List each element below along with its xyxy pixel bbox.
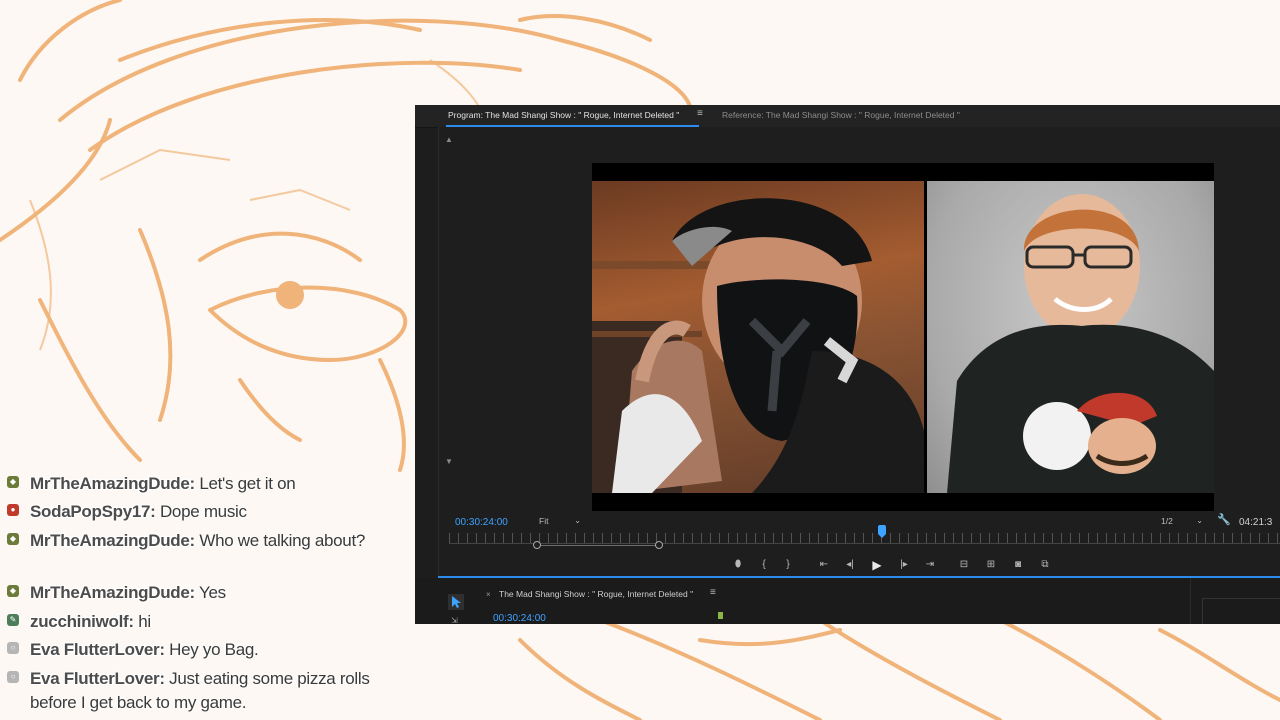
go-to-in-button[interactable]: ⇤ <box>815 557 833 573</box>
program-video-frame[interactable] <box>592 163 1214 511</box>
mark-out-button[interactable]: } <box>779 557 797 573</box>
collapse-up-icon[interactable]: ▲ <box>445 135 453 144</box>
tab-reference-monitor[interactable]: Reference: The Mad Shangi Show : " Rogue… <box>722 110 960 120</box>
track-select-icon[interactable]: ⇲ <box>451 616 458 624</box>
wrench-settings-icon[interactable]: 🔧 <box>1217 513 1231 526</box>
video-left-person <box>592 181 924 493</box>
tab-sequence[interactable]: The Mad Shangi Show : " Rogue, Internet … <box>499 589 693 599</box>
timeline-timecode[interactable]: 00:30:24:00 <box>493 613 546 624</box>
close-tab-icon[interactable]: × <box>486 590 491 599</box>
zoom-handle-right[interactable] <box>655 541 663 549</box>
user-badge-icon: ◆ <box>7 585 19 597</box>
mark-in-button[interactable]: { <box>755 557 773 573</box>
chat-username: SodaPopSpy17: <box>30 502 156 521</box>
video-right-person <box>927 181 1214 493</box>
audio-meter-panel <box>1202 598 1280 624</box>
step-back-button[interactable]: ◂| <box>841 557 859 573</box>
chat-username: MrTheAmazingDude: <box>30 474 195 493</box>
user-badge-icon: ✎ <box>7 614 19 626</box>
chat-text: Yes <box>194 583 226 602</box>
ruler-baseline <box>449 543 1280 544</box>
chat-text: Who we talking about? <box>194 531 366 550</box>
zoom-scroll-bar[interactable] <box>537 545 661 546</box>
chat-username: Eva FlutterLover: <box>30 669 165 688</box>
chat-username: MrTheAmazingDude: <box>30 583 195 602</box>
chat-text: hi <box>133 612 151 631</box>
resolution-value: 1/2 <box>1161 516 1173 526</box>
chat-text: Let's get it on <box>194 474 296 493</box>
user-badge-icon: ◆ <box>7 533 19 545</box>
chat-username: MrTheAmazingDude: <box>30 531 195 550</box>
stream-chat-overlay: ◆ MrTheAmazingDude: Let's get it on ● So… <box>0 470 410 720</box>
play-button[interactable]: ▶ <box>868 557 886 573</box>
go-to-out-button[interactable]: ⇥ <box>921 557 939 573</box>
panel-divider <box>1190 578 1191 624</box>
program-monitor-panel: ▲ ▼ 00:30:24:00 Fit ⌄ 1/2 ⌄ 🔧 04:21:3 ⬮ … <box>438 127 1280 603</box>
user-badge-icon: ○ <box>7 642 19 654</box>
user-badge-icon: ◆ <box>7 476 19 488</box>
playhead-marker[interactable] <box>877 525 886 538</box>
duration-timecode: 04:21:3 <box>1239 517 1273 528</box>
monitor-tab-bar: Program: The Mad Shangi Show : " Rogue, … <box>415 105 1280 128</box>
zoom-handle-left[interactable] <box>533 541 541 549</box>
user-badge-icon: ● <box>7 504 19 516</box>
chat-text: Dope music <box>155 502 247 521</box>
timeline-panel: ⇲ × The Mad Shangi Show : " Rogue, Inter… <box>415 578 1280 624</box>
lift-button[interactable]: ⊟ <box>955 557 973 573</box>
timeline-marker[interactable] <box>718 612 723 619</box>
panel-menu-icon[interactable]: ≡ <box>710 587 716 598</box>
selection-arrow-icon <box>452 596 461 608</box>
add-marker-button[interactable]: ⬮ <box>729 557 747 573</box>
chat-username: zucchiniwolf: <box>30 612 134 631</box>
chevron-down-icon: ⌄ <box>574 516 581 525</box>
extract-button[interactable]: ⊞ <box>982 557 1000 573</box>
premiere-pro-window: Program: The Mad Shangi Show : " Rogue, … <box>415 105 1280 624</box>
user-badge-icon: ○ <box>7 671 19 683</box>
time-ruler[interactable] <box>449 533 1280 543</box>
zoom-level-select[interactable]: Fit ⌄ <box>539 514 583 528</box>
collapse-down-icon[interactable]: ▼ <box>445 457 453 466</box>
step-forward-button[interactable]: |▸ <box>895 557 913 573</box>
zoom-level-value: Fit <box>539 516 549 526</box>
chevron-down-icon: ⌄ <box>1196 516 1203 525</box>
playback-resolution-select[interactable]: 1/2 ⌄ <box>1161 514 1205 528</box>
panel-menu-icon[interactable]: ≡ <box>697 108 703 119</box>
current-timecode[interactable]: 00:30:24:00 <box>455 517 508 528</box>
selection-tool-button[interactable] <box>448 594 464 610</box>
comparison-view-button[interactable]: ⧉ <box>1036 557 1054 573</box>
export-frame-button[interactable]: ◙ <box>1009 557 1027 573</box>
tab-program-monitor[interactable]: Program: The Mad Shangi Show : " Rogue, … <box>445 110 700 127</box>
chat-username: Eva FlutterLover: <box>30 640 165 659</box>
chat-text: Hey yo Bag. <box>164 640 259 659</box>
